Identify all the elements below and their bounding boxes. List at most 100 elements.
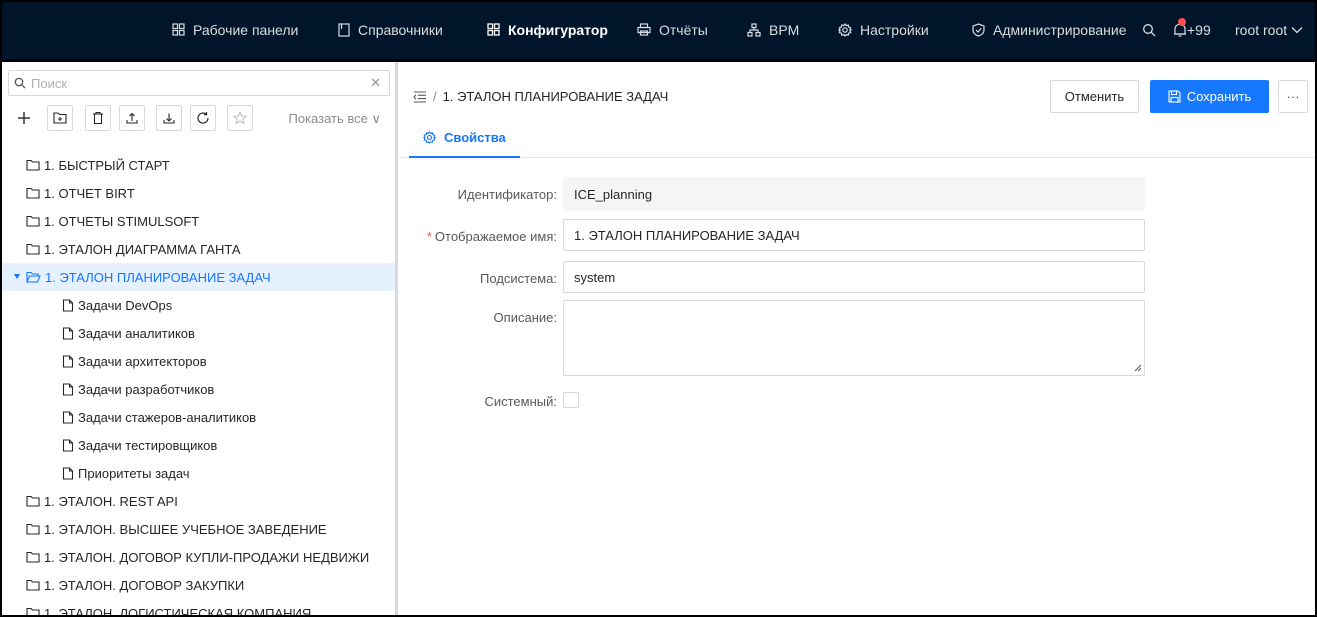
tree-file[interactable]: Задачи стажеров-аналитиков	[0, 403, 395, 431]
save-icon	[1168, 90, 1181, 103]
tree-file[interactable]: Задачи разработчиков	[0, 375, 395, 403]
nav-settings[interactable]: Настройки	[838, 0, 929, 59]
add-button[interactable]	[14, 105, 34, 131]
clear-icon[interactable]: ✕	[370, 75, 381, 91]
breadcrumb: / 1. ЭТАЛОН ПЛАНИРОВАНИЕ ЗАДАЧ	[413, 89, 668, 104]
file-icon	[62, 382, 74, 396]
tree-node-label: Задачи архитекторов	[78, 353, 207, 369]
tree-node-label: 1. ЭТАЛОН. ДОГОВОР ЗАКУПКИ	[44, 577, 245, 593]
notification-dot	[1178, 17, 1186, 26]
nav-dashboards-label: Рабочие панели	[193, 21, 299, 38]
folder-icon	[26, 215, 40, 227]
tree-folder[interactable]: 1. ЭТАЛОН. REST API	[0, 487, 395, 515]
tree-node-label: 1. ОТЧЕТЫ STIMULSOFT	[44, 213, 200, 229]
upload-icon	[126, 112, 138, 124]
tree-folder[interactable]: 1. ОТЧЕТ BIRT	[0, 179, 395, 207]
tree-file[interactable]: Задачи аналитиков	[0, 319, 395, 347]
tree-file[interactable]: Задачи тестировщиков	[0, 431, 395, 459]
tree-node-label: 1. ЭТАЛОН. ВЫСШЕЕ УЧЕБНОЕ ЗАВЕДЕНИЕ	[44, 521, 327, 537]
system-checkbox[interactable]	[563, 392, 579, 408]
tree-node-label: 1. БЫСТРЫЙ СТАРТ	[44, 157, 170, 173]
identifier-field: ICE_planning	[563, 177, 1145, 211]
nav-dashboards[interactable]: Рабочие панели	[172, 0, 298, 59]
menu-fold-icon[interactable]	[413, 90, 427, 103]
add-folder-button[interactable]	[47, 105, 73, 131]
refresh-button[interactable]	[190, 105, 216, 131]
tree-folder[interactable]: 1. ЭТАЛОН. ДОГОВОР ЗАКУПКИ	[0, 571, 395, 599]
save-label: Сохранить	[1186, 89, 1252, 104]
folder-icon	[26, 523, 40, 535]
search-button[interactable]	[1142, 0, 1164, 59]
tab-properties-label: Свойства	[444, 129, 506, 145]
favorite-button[interactable]	[227, 105, 253, 131]
trash-icon	[93, 111, 103, 125]
nav-directories[interactable]: Справочники	[338, 0, 443, 59]
nav-configurator-label: Конфигуратор	[508, 21, 608, 38]
nav-bpm[interactable]: BPM	[747, 0, 799, 59]
nav-administration[interactable]: Администрирование	[972, 0, 1127, 59]
notifications-button[interactable]: +99	[1173, 0, 1211, 59]
upload-button[interactable]	[119, 105, 145, 131]
tree-file[interactable]: Задачи DevOps	[0, 291, 395, 319]
resize-handle-icon[interactable]	[1134, 364, 1142, 372]
caret-down-icon[interactable]	[14, 274, 20, 279]
tree-file[interactable]: Задачи архитекторов	[0, 347, 395, 375]
tree-folder[interactable]: 1. БЫСТРЫЙ СТАРТ	[0, 151, 395, 179]
folder-icon	[26, 495, 40, 507]
tab-properties[interactable]: Свойства	[409, 118, 520, 158]
tree-node-label: Задачи стажеров-аналитиков	[78, 409, 257, 425]
display-name-input[interactable]	[574, 227, 1134, 243]
show-all-dropdown[interactable]: Показать все ∨	[288, 111, 381, 127]
tree-folder[interactable]: 1. ОТЧЕТЫ STIMULSOFT	[0, 207, 395, 235]
tree-folder-selected[interactable]: 1. ЭТАЛОН ПЛАНИРОВАНИЕ ЗАДАЧ	[0, 263, 395, 291]
gear-icon	[423, 130, 436, 144]
subsystem-input[interactable]	[574, 269, 1134, 285]
nav-directories-label: Справочники	[358, 21, 443, 38]
top-navbar: Рабочие панели Справочники Конфигуратор …	[0, 0, 1317, 62]
display-name-field	[563, 219, 1145, 251]
folder-icon	[26, 551, 40, 563]
cancel-button[interactable]: Отменить	[1050, 80, 1139, 113]
grid-icon	[487, 23, 500, 36]
file-icon	[62, 326, 74, 340]
file-icon	[62, 410, 74, 424]
tree-folder[interactable]: 1. ЭТАЛОН. ВЫСШЕЕ УЧЕБНОЕ ЗАВЕДЕНИЕ	[0, 515, 395, 543]
book-icon	[338, 22, 350, 37]
chevron-down-icon	[1291, 26, 1303, 33]
description-label: Описание:	[493, 310, 557, 325]
tree-folder[interactable]: 1. ЭТАЛОН. ДОГОВОР КУПЛИ-ПРОДАЖИ НЕДВИЖИ	[0, 543, 395, 571]
tree-node-label: 1. ЭТАЛОН ПЛАНИРОВАНИЕ ЗАДАЧ	[45, 269, 271, 285]
tree-node-label: 1. ЭТАЛОН. ЛОГИСТИЧЕСКАЯ КОМПАНИЯ	[44, 605, 312, 617]
description-textarea[interactable]	[563, 300, 1145, 376]
nav-bpm-label: BPM	[769, 21, 800, 38]
show-all-label: Показать все	[288, 111, 368, 126]
nav-reports[interactable]: Отчёты	[637, 0, 708, 59]
folder-icon	[26, 159, 40, 171]
save-button[interactable]: Сохранить	[1150, 80, 1269, 113]
search-input[interactable]	[31, 74, 361, 92]
folder-open-icon	[26, 271, 41, 283]
bell-icon	[1173, 17, 1187, 38]
folder-icon	[26, 187, 40, 199]
nav-configurator[interactable]: Конфигуратор	[487, 0, 608, 59]
search-icon	[14, 77, 26, 89]
tree-folder[interactable]: 1. ЭТАЛОН ДИАГРАММА ГАНТА	[0, 235, 395, 263]
download-button[interactable]	[156, 105, 182, 131]
tree-node-label: Задачи аналитиков	[78, 325, 195, 341]
tree-folder[interactable]: 1. ЭТАЛОН. ЛОГИСТИЧЕСКАЯ КОМПАНИЯ	[0, 599, 395, 617]
tree-node-label: 1. ЭТАЛОН. ДОГОВОР КУПЛИ-ПРОДАЖИ НЕДВИЖИ	[44, 549, 370, 565]
nav-reports-label: Отчёты	[659, 21, 708, 38]
tree-node-label: Задачи разработчиков	[78, 381, 215, 397]
file-icon	[62, 298, 74, 312]
display-name-label: * Отображаемое имя:	[426, 229, 557, 244]
folder-icon	[26, 607, 40, 617]
tree-node-label: Задачи тестировщиков	[78, 437, 218, 453]
delete-button[interactable]	[85, 105, 111, 131]
user-menu[interactable]: root root	[1235, 0, 1303, 59]
search-icon	[1143, 23, 1156, 36]
file-icon	[62, 466, 74, 480]
file-icon	[62, 354, 74, 368]
folder-plus-icon	[53, 112, 67, 124]
more-button[interactable]: ···	[1278, 80, 1308, 113]
tree-file[interactable]: Приоритеты задач	[0, 459, 395, 487]
